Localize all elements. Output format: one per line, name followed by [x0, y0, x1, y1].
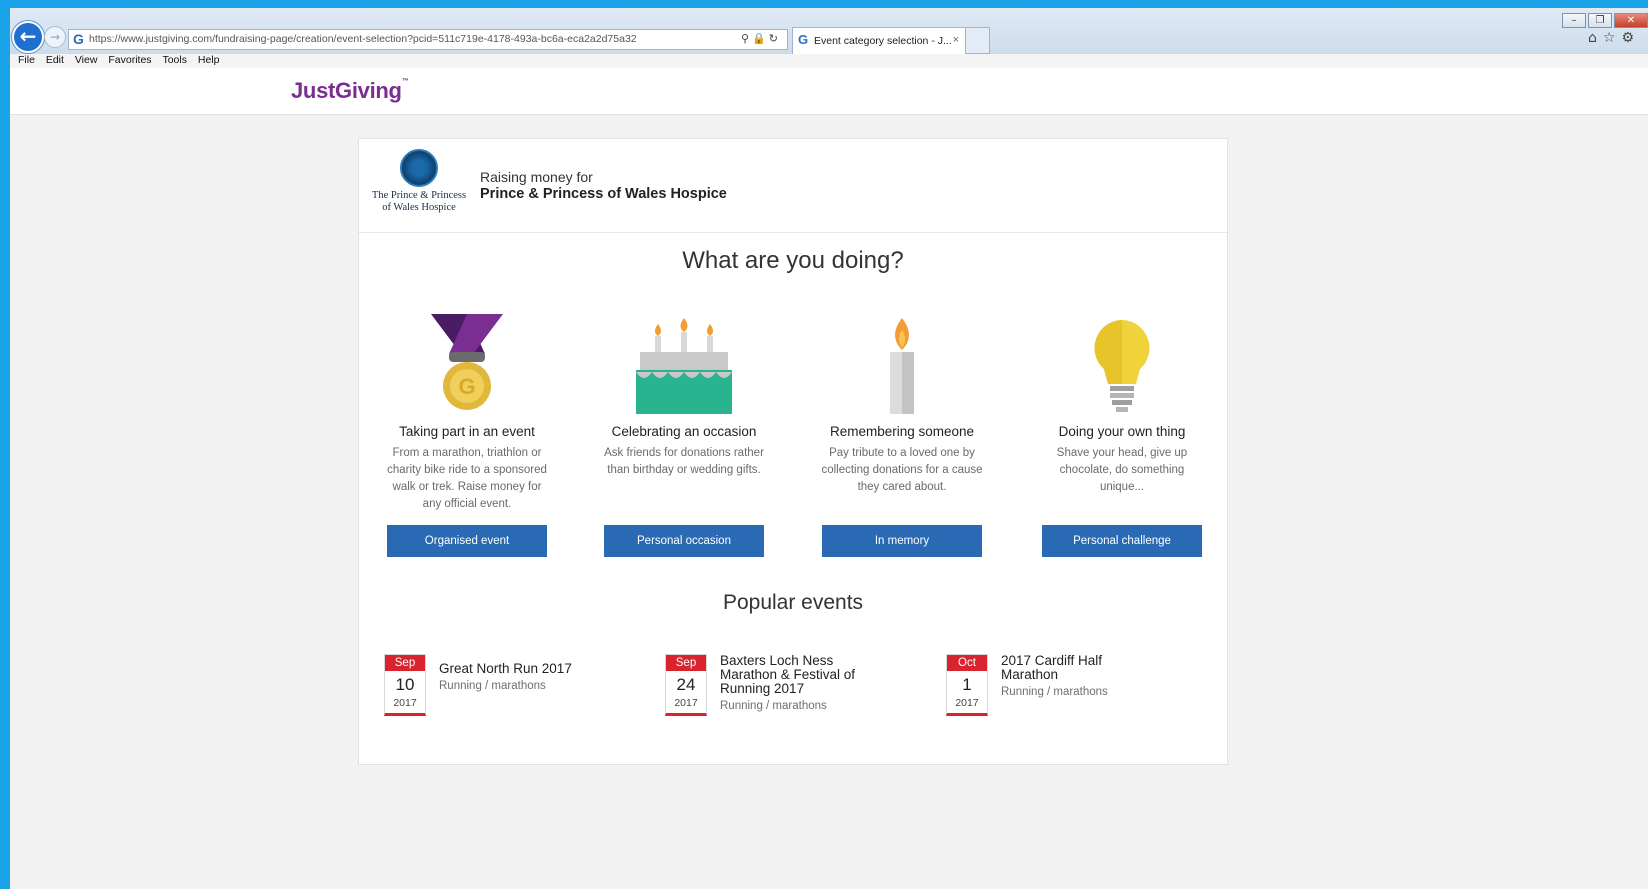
back-icon[interactable]: ← [12, 21, 44, 53]
popular-event-item[interactable]: Oct 1 2017 2017 Cardiff Half Marathon Ru… [946, 654, 1206, 719]
event-date-badge: Sep 24 2017 [665, 654, 707, 716]
lock-icon[interactable]: 🔒 [752, 32, 769, 45]
favorites-star-icon[interactable]: ☆ [1603, 30, 1622, 46]
event-category: Running / marathons [720, 700, 827, 712]
menu-bar: File Edit View Favorites Tools Help [10, 54, 1648, 69]
option-title: Taking part in an event [399, 424, 535, 439]
event-category: Running / marathons [439, 680, 546, 692]
option-occasion: Celebrating an occasion Ask friends for … [594, 314, 774, 479]
event-selection-card: The Prince & Princess of Wales Hospice R… [358, 138, 1228, 765]
popular-event-item[interactable]: Sep 10 2017 Great North Run 2017 Running… [384, 654, 644, 719]
page-title: What are you doing? [682, 247, 904, 274]
address-bar[interactable]: G https://www.justgiving.com/fundraising… [68, 29, 788, 50]
charity-banner: The Prince & Princess of Wales Hospice R… [359, 139, 1227, 233]
event-name[interactable]: Great North Run 2017 [439, 662, 629, 676]
option-description: Ask friends for donations rather than bi… [604, 447, 764, 476]
site-header: JustGiving™ [10, 68, 1648, 115]
event-name[interactable]: Baxters Loch Ness Marathon & Festival of… [720, 654, 870, 696]
window-controls: – ❐ ✕ [1560, 8, 1648, 28]
svg-text:G: G [458, 374, 475, 399]
menu-file[interactable]: File [18, 54, 35, 66]
option-description: Pay tribute to a loved one by collecting… [821, 447, 983, 493]
menu-view[interactable]: View [75, 54, 98, 66]
charity-crest-icon [400, 149, 438, 187]
browser-toolbar: ← → G https://www.justgiving.com/fundrai… [10, 8, 1648, 54]
browser-right-tools: ⌂☆⚙ [1588, 30, 1640, 46]
event-day: 10 [395, 675, 415, 694]
search-icon[interactable]: ⚲ [741, 32, 752, 45]
option-title: Doing your own thing [1058, 424, 1186, 439]
settings-gear-icon[interactable]: ⚙ [1621, 30, 1640, 46]
personal-challenge-button[interactable]: Personal challenge [1042, 525, 1202, 557]
candle-icon [812, 314, 992, 414]
option-title: Celebrating an occasion [611, 424, 757, 439]
option-title: Remembering someone [829, 424, 975, 439]
tab-title: Event category selection - J... [814, 35, 952, 47]
popular-events-heading: Popular events [722, 591, 864, 614]
site-favicon-icon: G [73, 31, 84, 47]
home-icon[interactable]: ⌂ [1588, 30, 1603, 46]
event-month: Sep [666, 655, 706, 671]
browser-window: ← → G https://www.justgiving.com/fundrai… [10, 8, 1648, 889]
new-tab-button[interactable] [966, 27, 990, 54]
birthday-cake-icon [594, 314, 774, 414]
option-challenge: Doing your own thing Shave your head, gi… [1032, 314, 1212, 496]
menu-tools[interactable]: Tools [162, 54, 187, 66]
option-event: G Taking part in an event From a maratho… [377, 314, 557, 513]
menu-favorites[interactable]: Favorites [108, 54, 151, 66]
minimize-icon[interactable]: – [1562, 13, 1586, 28]
refresh-icon[interactable]: ↻ [769, 32, 781, 45]
event-day: 1 [962, 675, 972, 694]
event-month: Sep [385, 655, 425, 671]
in-memory-button[interactable]: In memory [822, 525, 982, 557]
restore-icon[interactable]: ❐ [1588, 13, 1612, 28]
event-date-badge: Oct 1 2017 [946, 654, 988, 716]
address-url[interactable]: https://www.justgiving.com/fundraising-p… [89, 33, 649, 45]
event-name[interactable]: 2017 Cardiff Half Marathon [1001, 654, 1131, 682]
tab-favicon-icon: G [798, 32, 809, 47]
event-year: 2017 [674, 697, 698, 709]
event-year: 2017 [955, 697, 979, 709]
event-date-badge: Sep 10 2017 [384, 654, 426, 716]
tab-event-category-selection[interactable]: G Event category selection - J... × [792, 27, 966, 54]
lightbulb-icon [1032, 314, 1212, 414]
event-category: Running / marathons [1001, 686, 1108, 698]
option-memory: Remembering someone Pay tribute to a lov… [812, 314, 992, 496]
justgiving-logo[interactable]: JustGiving™ [291, 78, 409, 104]
charity-name: Prince & Princess of Wales Hospice [480, 186, 727, 202]
event-month: Oct [947, 655, 987, 671]
medal-icon: G [377, 314, 557, 414]
organised-event-button[interactable]: Organised event [387, 525, 547, 557]
popular-event-item[interactable]: Sep 24 2017 Baxters Loch Ness Marathon &… [665, 654, 925, 719]
menu-help[interactable]: Help [198, 54, 220, 66]
raising-label: Raising money for [480, 169, 593, 185]
charity-logo-text: The Prince & Princess of Wales Hospice [371, 190, 467, 213]
option-description: Shave your head, give up chocolate, do s… [1056, 447, 1188, 493]
tab-close-icon[interactable]: × [953, 34, 959, 46]
event-year: 2017 [393, 697, 417, 709]
event-day: 24 [676, 675, 696, 694]
option-description: From a marathon, triathlon or charity bi… [387, 447, 547, 510]
personal-occasion-button[interactable]: Personal occasion [604, 525, 764, 557]
charity-logo: The Prince & Princess of Wales Hospice [369, 149, 469, 219]
menu-edit[interactable]: Edit [46, 54, 64, 66]
close-window-icon[interactable]: ✕ [1614, 13, 1648, 28]
forward-icon[interactable]: → [44, 26, 66, 48]
